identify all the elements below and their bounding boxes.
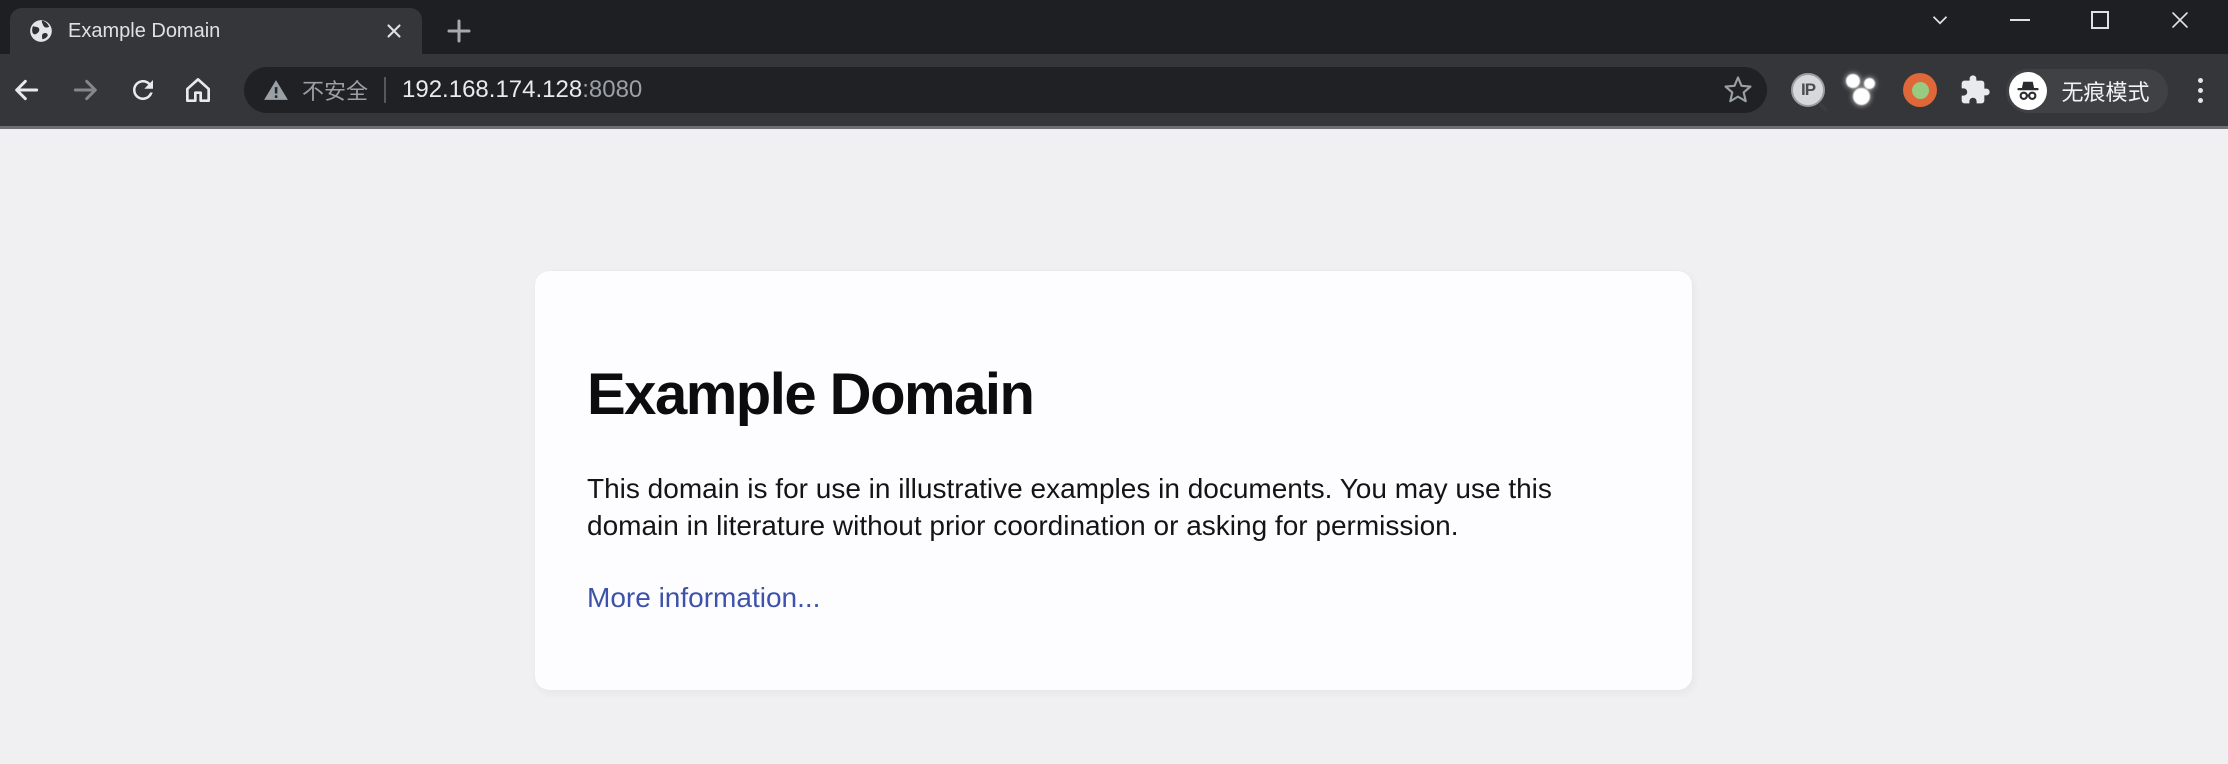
url-port: :8080: [582, 76, 642, 104]
web-page-viewport: Example Domain This domain is for use in…: [0, 129, 2228, 764]
minimize-button[interactable]: [1980, 0, 2060, 40]
puzzle-extensions-icon[interactable]: [1953, 68, 1997, 112]
security-status-label: 不安全: [302, 74, 368, 106]
star-icon[interactable]: [1723, 75, 1753, 105]
tab-close-icon[interactable]: [378, 15, 410, 47]
back-button[interactable]: [2, 66, 50, 114]
forward-button[interactable]: [62, 66, 110, 114]
chevron-down-icon[interactable]: [1900, 0, 1980, 40]
maximize-button[interactable]: [2060, 0, 2140, 40]
minimize-icon: [2010, 19, 2030, 21]
reload-icon: [128, 75, 158, 105]
maximize-icon: [2091, 11, 2109, 29]
close-icon: [2168, 8, 2192, 32]
page-paragraph: This domain is for use in illustrative e…: [587, 470, 1640, 544]
three-dot-menu-icon[interactable]: [2178, 68, 2222, 112]
new-tab-button[interactable]: [438, 10, 480, 52]
browser-tab[interactable]: Example Domain: [10, 8, 422, 54]
magnifier-handle: [1818, 102, 1828, 112]
cluster-circles: [1843, 70, 1883, 110]
content-card: Example Domain This domain is for use in…: [535, 271, 1692, 690]
incognito-badge[interactable]: 无痕模式: [2006, 69, 2168, 113]
back-arrow-icon: [10, 74, 42, 106]
page-title: Example Domain: [587, 361, 1640, 428]
tab-strip: Example Domain: [0, 0, 2228, 54]
ip-label: IP: [1801, 80, 1815, 100]
omnibox-divider: [384, 77, 386, 103]
warning-triangle-icon: [262, 76, 290, 104]
reload-button[interactable]: [119, 66, 167, 114]
browser-toolbar: 不安全 192.168.174.128 :8080 IP: [0, 54, 2228, 126]
home-icon: [182, 74, 214, 106]
forward-arrow-icon: [70, 74, 102, 106]
more-information-link[interactable]: More information...: [587, 582, 820, 614]
home-button[interactable]: [174, 66, 222, 114]
record-dot: [1903, 73, 1937, 107]
globe-icon: [28, 18, 54, 44]
address-bar[interactable]: 不安全 192.168.174.128 :8080: [244, 67, 1767, 113]
orange-dot-extension-icon[interactable]: [1898, 68, 1942, 112]
tab-title: Example Domain: [68, 20, 378, 43]
ip-lookup-extension-icon[interactable]: IP: [1786, 68, 1830, 112]
window-controls: [1900, 0, 2220, 40]
incognito-mode-label: 无痕模式: [2051, 75, 2163, 107]
url-host: 192.168.174.128: [402, 76, 582, 104]
incognito-icon: [2009, 72, 2047, 110]
close-window-button[interactable]: [2140, 0, 2220, 40]
magnifier-lens: IP: [1791, 73, 1825, 107]
white-cluster-extension-icon[interactable]: [1841, 68, 1885, 112]
